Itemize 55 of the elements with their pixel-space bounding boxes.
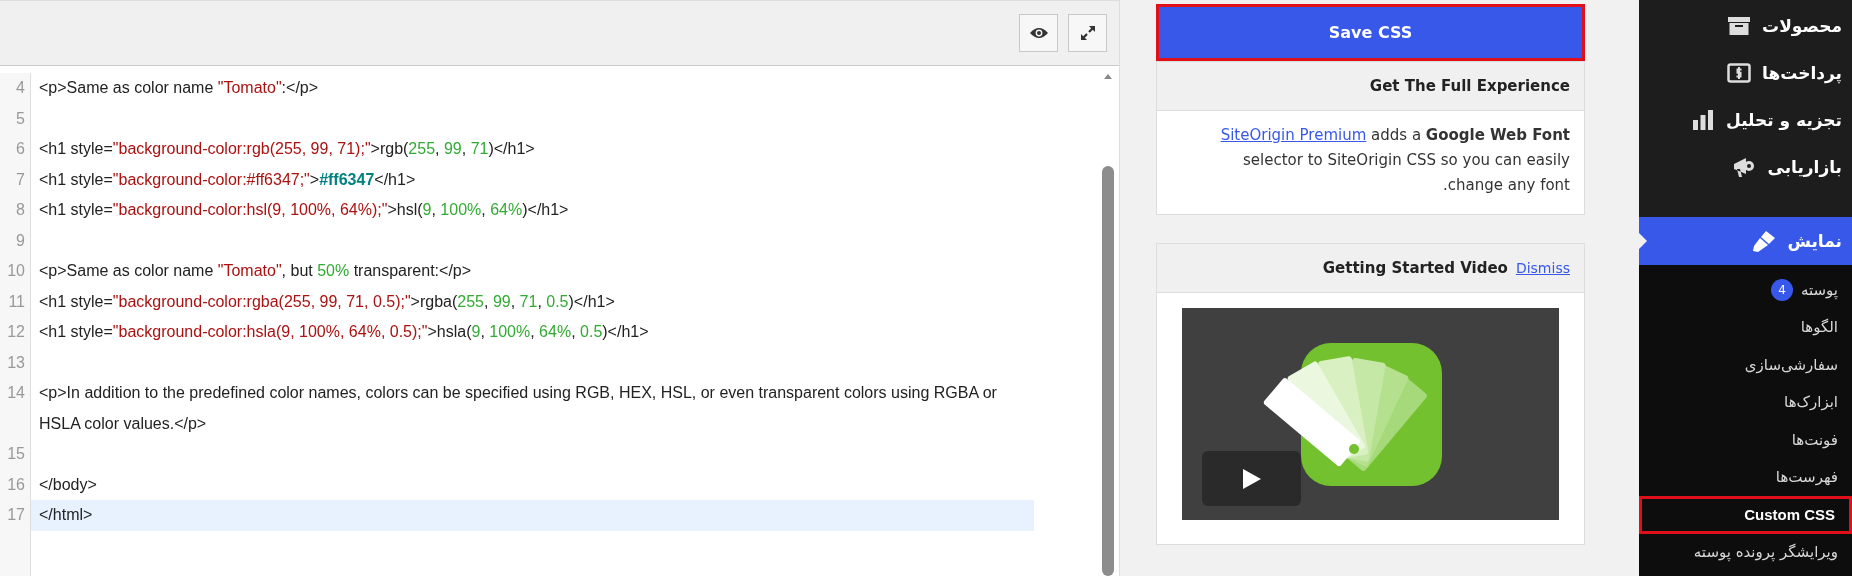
play-button[interactable] [1202, 451, 1301, 506]
menu-item[interactable]: محصولات [1639, 2, 1852, 49]
line-number: 17 [0, 500, 31, 531]
line-number: 6 [0, 134, 31, 165]
line-number: 5 [0, 103, 31, 134]
line-number: 11 [0, 286, 31, 317]
line-number: 9 [0, 225, 31, 256]
menu-item[interactable]: نمایش [1639, 217, 1852, 265]
premium-link[interactable]: SiteOrigin Premium [1220, 126, 1367, 144]
expand-icon [1079, 25, 1096, 41]
eye-icon [1028, 26, 1049, 40]
dismiss-link[interactable]: Dismiss [1515, 260, 1570, 276]
archive-box-icon [1727, 15, 1752, 36]
code-line: <p>Same as color name "Tomato", but 50% transparent:</p> [39, 261, 473, 281]
code-line: </body> [39, 474, 98, 495]
line-number: 15 [0, 439, 31, 470]
line-number: 14 [0, 378, 31, 439]
menu-item[interactable]: پرداخت‌ها [1639, 49, 1852, 96]
code-line: <h1 style="background-color:hsl(9, 100%, 64%);">hsl(9, 100%, 64%)</h1> [39, 200, 570, 220]
brush-icon [1752, 230, 1777, 252]
expand-button[interactable] [1068, 14, 1107, 52]
code-line: <h1 style="background-color:rgba(255, 99, 71, 0.5);">rgba(255, 99, 71, 0.5)</h1> [39, 291, 616, 312]
line-number: 8 [0, 195, 31, 226]
submenu-item[interactable]: فهرست‌ها [1639, 458, 1852, 496]
line-number: 4 [0, 73, 31, 104]
code-line: <p>In addition to the predefined color names, colors can be specified using RGB, HEX, HSL, or even transparent colors using RGBA or HSLA color values.</p> [39, 383, 998, 434]
menu-item[interactable]: بازاریابی [1639, 143, 1852, 190]
line-number: 13 [0, 347, 31, 378]
code-line: <p>Same as color name "Tomato":</p> [39, 78, 320, 98]
code-line: <h1 style="background-color:#ff6347;">#ff6347</h1> [39, 169, 417, 190]
card-title: Getting Started Video [1322, 259, 1508, 277]
line-number: 10 [0, 256, 31, 287]
count-badge: 4 [1770, 278, 1793, 301]
submenu-item[interactable]: الگوها [1639, 308, 1852, 346]
promo-text: SiteOrigin Premium adds a Google Web Font selector to SiteOrigin CSS so you can easily change any font. [1219, 125, 1570, 196]
submenu-item[interactable]: Custom CSS [1639, 496, 1852, 534]
card-title: Get The Full Experience [1369, 77, 1570, 95]
submenu-item[interactable]: سفارشی‌سازی [1639, 346, 1852, 384]
line-number: 7 [0, 164, 31, 195]
menu-item[interactable]: تجزیه و تحلیل [1639, 96, 1852, 143]
submenu-item[interactable]: ویرایشگر پرونده پوسته [1639, 533, 1852, 571]
submenu-item[interactable]: ابزارک‌ها [1639, 383, 1852, 421]
save-button[interactable]: Save CSS [1156, 4, 1585, 61]
play-icon [1241, 467, 1262, 490]
code-line: </html> [39, 505, 94, 525]
megaphone-icon [1732, 155, 1757, 178]
code-line: <h1 style="background-color:hsla(9, 100%, 64%, 0.5);">hsla(9, 100%, 64%, 0.5)</h1> [39, 322, 650, 342]
dollar-icon [1727, 62, 1752, 83]
line-number: 16 [0, 469, 31, 500]
line-number: 12 [0, 317, 31, 348]
submenu-item[interactable]: فونت‌ها [1639, 421, 1852, 459]
bar-chart-icon [1692, 109, 1714, 130]
code-line: <h1 style="background-color:rgb(255, 99, 71);">rgb(255, 99, 71)</h1> [39, 139, 536, 159]
scroll-up-icon[interactable] [1103, 72, 1113, 80]
preview-button[interactable] [1019, 14, 1058, 52]
